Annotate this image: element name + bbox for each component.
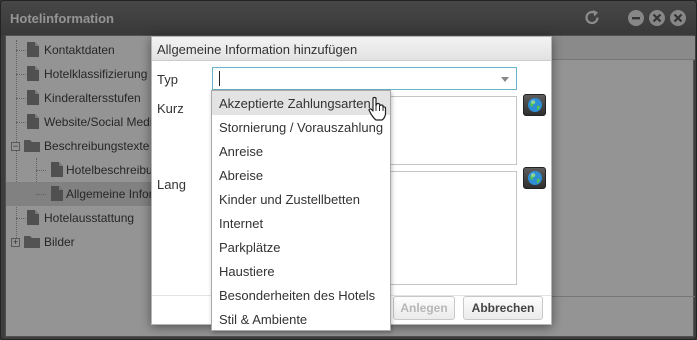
dropdown-option[interactable]: Abreise <box>212 163 390 187</box>
dropdown-option[interactable]: Haustiere <box>212 259 390 283</box>
short-translate-button[interactable] <box>523 94 546 116</box>
type-combobox[interactable] <box>212 67 517 90</box>
create-button[interactable]: Anlegen <box>393 296 455 320</box>
cancel-button[interactable]: Abbrechen <box>463 296 543 320</box>
type-label: Typ <box>157 72 178 87</box>
text-caret <box>219 71 220 86</box>
globe-icon <box>528 98 542 112</box>
dropdown-option[interactable]: Anreise <box>212 139 390 163</box>
dialog-title: Allgemeine Information hinzufügen <box>157 42 358 57</box>
type-dropdown-list: Akzeptierte Zahlungsarten Stornierung / … <box>211 90 391 331</box>
dropdown-option[interactable]: Akzeptierte Zahlungsarten <box>212 91 390 115</box>
dropdown-option[interactable]: Internet <box>212 211 390 235</box>
dialog-header[interactable]: Allgemeine Information hinzufügen <box>152 37 551 61</box>
hand-cursor-icon <box>368 96 387 121</box>
long-translate-button[interactable] <box>523 167 546 189</box>
type-input[interactable] <box>217 70 487 87</box>
dropdown-option[interactable]: Parkplätze <box>212 235 390 259</box>
chevron-down-icon[interactable] <box>501 77 509 82</box>
dropdown-option[interactable]: Besonderheiten des Hotels <box>212 283 390 307</box>
dropdown-option[interactable]: Stil & Ambiente <box>212 307 390 330</box>
long-label: Lang <box>157 177 186 192</box>
dropdown-option[interactable]: Kinder und Zustellbetten <box>212 187 390 211</box>
dropdown-option[interactable]: Stornierung / Vorauszahlung <box>212 115 390 139</box>
short-label: Kurz <box>157 101 184 116</box>
globe-icon <box>528 171 542 185</box>
